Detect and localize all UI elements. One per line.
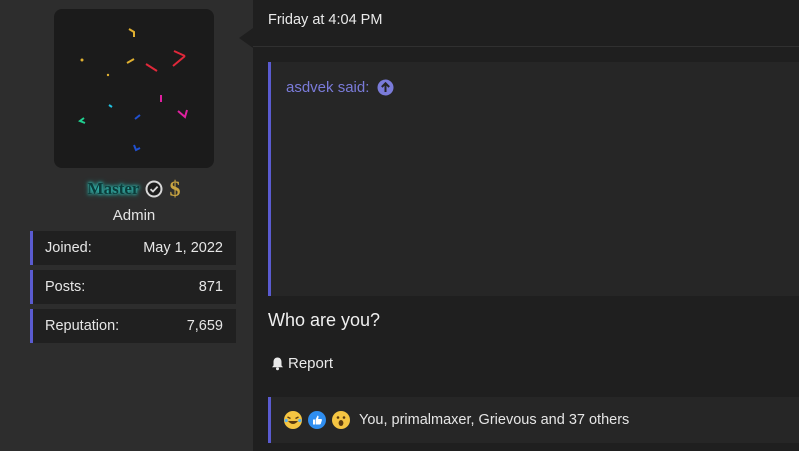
avatar-graphic [77, 28, 188, 152]
dollar-icon: $ [169, 176, 181, 201]
quote-author-label[interactable]: asdvek said: [286, 79, 369, 96]
reactions-summary[interactable]: You, primalmaxer, Grievous and 37 others [359, 412, 629, 428]
post-header-divider [253, 46, 799, 47]
avatar[interactable] [54, 9, 214, 168]
post-date[interactable]: Friday at 4:04 PM [268, 12, 382, 28]
post-body: Who are you? [268, 310, 381, 330]
stat-value: May 1, 2022 [143, 240, 223, 256]
user-title: Admin [112, 207, 156, 224]
stat-reputation: Reputation: 7,659 [30, 309, 236, 343]
stat-label: Reputation: [45, 318, 120, 334]
post-pointer-arrow [239, 28, 253, 48]
username-row: Master $ [0, 178, 268, 200]
quote-block [268, 62, 799, 296]
bell-icon [272, 357, 283, 371]
stat-joined: Joined: May 1, 2022 [30, 231, 236, 265]
like-emoji-icon [308, 411, 326, 429]
laughing-emoji-icon [284, 411, 302, 429]
quote-attribution[interactable]: asdvek said: [286, 79, 394, 96]
username[interactable]: Master [88, 179, 140, 199]
stat-value: 7,659 [186, 318, 223, 334]
reactions-bar[interactable]: You, primalmaxer, Grievous and 37 others [268, 397, 799, 443]
wow-emoji-icon [332, 411, 350, 429]
report-label: Report [288, 355, 334, 372]
stat-label: Joined: [45, 240, 92, 256]
stat-label: Posts: [45, 279, 86, 295]
jump-to-quote-icon[interactable] [377, 79, 394, 96]
stat-posts: Posts: 871 [30, 270, 236, 304]
report-button[interactable]: Report [270, 355, 333, 372]
verified-icon [145, 180, 163, 198]
stat-value: 871 [198, 279, 223, 295]
